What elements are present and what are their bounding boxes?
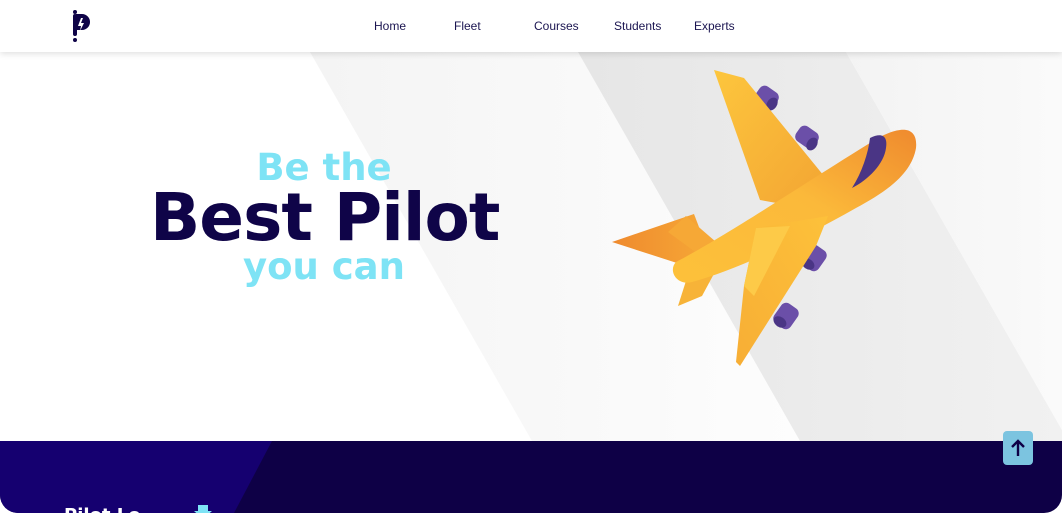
airplane-icon [612,70,917,366]
footer-accent-shape [0,441,272,513]
scroll-to-top-button[interactable] [1003,431,1033,465]
hero-section: Be the Best Pilot you can [0,52,1062,441]
nav-home[interactable]: Home [374,19,406,33]
footer-band: Pilot Lo [0,441,1062,513]
nav-experts[interactable]: Experts [694,19,735,33]
arrow-up-icon [1011,439,1025,456]
arrow-down-icon [194,505,212,513]
footer-brand-text: Pilot Lo [64,505,141,513]
site-header: Home Fleet Courses Students Experts [0,0,1062,52]
hero-tagline-bottom: you can [242,245,405,288]
page: Home Fleet Courses Students Experts Be t… [0,0,1062,513]
nav-courses[interactable]: Courses [534,19,579,33]
nav-fleet[interactable]: Fleet [454,19,481,33]
nav-students[interactable]: Students [614,19,661,33]
main-nav: Home Fleet Courses Students Experts [0,0,1062,52]
